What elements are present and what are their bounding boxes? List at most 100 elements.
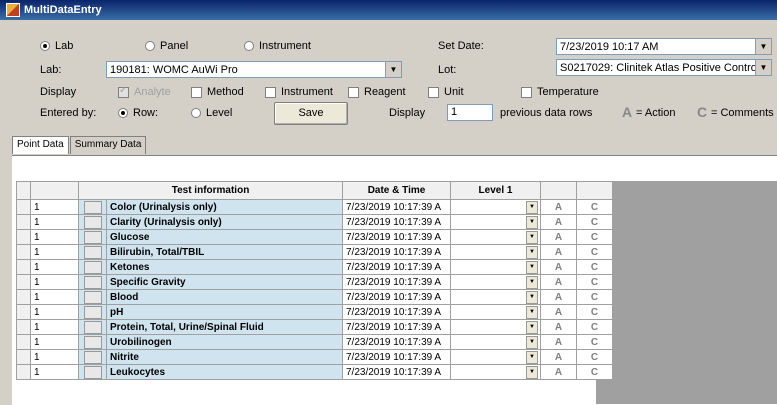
tab-point-data[interactable]: Point Data bbox=[12, 136, 69, 154]
level-1-cell[interactable]: ▼ bbox=[450, 334, 541, 350]
comments-button[interactable]: C bbox=[576, 304, 613, 320]
chevron-down-icon[interactable]: ▼ bbox=[526, 230, 538, 244]
row-header[interactable] bbox=[16, 304, 31, 320]
chart-icon-cell[interactable] bbox=[78, 229, 107, 245]
chevron-down-icon[interactable]: ▼ bbox=[526, 305, 538, 319]
action-button[interactable]: A bbox=[540, 274, 577, 290]
chevron-down-icon[interactable]: ▼ bbox=[526, 335, 538, 349]
row-header[interactable] bbox=[16, 199, 31, 215]
chevron-down-icon[interactable]: ▼ bbox=[755, 60, 771, 75]
radio-row[interactable]: Row: bbox=[118, 107, 158, 119]
checkbox-unit[interactable]: Unit bbox=[428, 86, 464, 98]
chevron-down-icon[interactable]: ▼ bbox=[526, 350, 538, 364]
row-header[interactable] bbox=[16, 229, 31, 245]
chevron-down-icon[interactable]: ▼ bbox=[385, 62, 401, 77]
checkbox-reagent[interactable]: Reagent bbox=[348, 86, 406, 98]
table-row[interactable]: 1 Protein, Total, Urine/Spinal Fluid 7/23/… bbox=[16, 319, 613, 335]
row-header[interactable] bbox=[16, 349, 31, 365]
chart-icon-cell[interactable] bbox=[78, 289, 107, 305]
lot-select[interactable]: S0217029: Clinitek Atlas Positive Contro… bbox=[556, 59, 772, 76]
set-date-picker[interactable]: 7/23/2019 10:17 AM ▼ bbox=[556, 38, 772, 55]
level-1-cell[interactable]: ▼ bbox=[450, 229, 541, 245]
row-header[interactable] bbox=[16, 214, 31, 230]
action-button[interactable]: A bbox=[540, 334, 577, 350]
chart-icon-cell[interactable] bbox=[78, 349, 107, 365]
level-1-cell[interactable]: ▼ bbox=[450, 259, 541, 275]
action-button[interactable]: A bbox=[540, 289, 577, 305]
action-button[interactable]: A bbox=[540, 259, 577, 275]
chart-icon[interactable] bbox=[83, 305, 102, 319]
comments-button[interactable]: C bbox=[576, 199, 613, 215]
checkbox-method[interactable]: Method bbox=[191, 86, 244, 98]
comments-button[interactable]: C bbox=[576, 259, 613, 275]
chart-icon[interactable] bbox=[83, 335, 102, 349]
comments-button[interactable]: C bbox=[576, 214, 613, 230]
chart-icon-cell[interactable] bbox=[78, 244, 107, 260]
comments-button[interactable]: C bbox=[576, 334, 613, 350]
action-button[interactable]: A bbox=[540, 304, 577, 320]
radio-lab[interactable]: Lab bbox=[40, 40, 73, 52]
radio-panel[interactable]: Panel bbox=[145, 40, 188, 52]
table-row[interactable]: 1 Glucose 7/23/2019 10:17:39 A ▼ A C bbox=[16, 229, 613, 245]
comments-button[interactable]: C bbox=[576, 274, 613, 290]
chart-icon[interactable] bbox=[83, 365, 102, 379]
table-row[interactable]: 1 Bilirubin, Total/TBIL 7/23/2019 10:17:39… bbox=[16, 244, 613, 260]
previous-rows-input[interactable]: 1 bbox=[447, 104, 493, 121]
table-row[interactable]: 1 Specific Gravity 7/23/2019 10:17:39 A ▼ A C bbox=[16, 274, 613, 290]
chart-icon[interactable] bbox=[83, 260, 102, 274]
comments-button[interactable]: C bbox=[576, 349, 613, 365]
row-header[interactable] bbox=[16, 334, 31, 350]
comments-button[interactable]: C bbox=[576, 244, 613, 260]
checkbox-temperature[interactable]: Temperature bbox=[521, 86, 599, 98]
chevron-down-icon[interactable]: ▼ bbox=[526, 215, 538, 229]
chart-icon[interactable] bbox=[83, 350, 102, 364]
level-1-cell[interactable]: ▼ bbox=[450, 349, 541, 365]
chevron-down-icon[interactable]: ▼ bbox=[526, 320, 538, 334]
save-button[interactable]: Save bbox=[274, 102, 348, 125]
checkbox-instrument[interactable]: Instrument bbox=[265, 86, 333, 98]
table-row[interactable]: 1 Leukocytes 7/23/2019 10:17:39 A ▼ A C bbox=[16, 364, 613, 380]
comments-button[interactable]: C bbox=[576, 229, 613, 245]
chart-icon[interactable] bbox=[83, 290, 102, 304]
table-row[interactable]: 1 pH 7/23/2019 10:17:39 A ▼ A C bbox=[16, 304, 613, 320]
level-1-cell[interactable]: ▼ bbox=[450, 364, 541, 380]
chart-icon[interactable] bbox=[83, 245, 102, 259]
action-button[interactable]: A bbox=[540, 214, 577, 230]
chevron-down-icon[interactable]: ▼ bbox=[526, 365, 538, 379]
table-row[interactable]: 1 Nitrite 7/23/2019 10:17:39 A ▼ A C bbox=[16, 349, 613, 365]
table-row[interactable]: 1 Ketones 7/23/2019 10:17:39 A ▼ A C bbox=[16, 259, 613, 275]
table-row[interactable]: 1 Blood 7/23/2019 10:17:39 A ▼ A C bbox=[16, 289, 613, 305]
action-button[interactable]: A bbox=[540, 364, 577, 380]
chart-icon-cell[interactable] bbox=[78, 214, 107, 230]
row-header[interactable] bbox=[16, 289, 31, 305]
action-button[interactable]: A bbox=[540, 244, 577, 260]
level-1-cell[interactable]: ▼ bbox=[450, 244, 541, 260]
chevron-down-icon[interactable]: ▼ bbox=[755, 39, 771, 54]
row-header[interactable] bbox=[16, 274, 31, 290]
chart-icon-cell[interactable] bbox=[78, 274, 107, 290]
level-1-cell[interactable]: ▼ bbox=[450, 289, 541, 305]
chart-icon[interactable] bbox=[83, 320, 102, 334]
lab-select[interactable]: 190181: WOMC AuWi Pro ▼ bbox=[106, 61, 402, 78]
chart-icon-cell[interactable] bbox=[78, 319, 107, 335]
table-row[interactable]: 1 Color (Urinalysis only) 7/23/2019 10:17:… bbox=[16, 199, 613, 215]
chart-icon-cell[interactable] bbox=[78, 304, 107, 320]
chart-icon-cell[interactable] bbox=[78, 334, 107, 350]
level-1-cell[interactable]: ▼ bbox=[450, 214, 541, 230]
level-1-cell[interactable]: ▼ bbox=[450, 274, 541, 290]
radio-instrument[interactable]: Instrument bbox=[244, 40, 311, 52]
row-header[interactable] bbox=[16, 364, 31, 380]
chevron-down-icon[interactable]: ▼ bbox=[526, 200, 538, 214]
level-1-cell[interactable]: ▼ bbox=[450, 199, 541, 215]
comments-button[interactable]: C bbox=[576, 289, 613, 305]
chart-icon-cell[interactable] bbox=[78, 364, 107, 380]
level-1-cell[interactable]: ▼ bbox=[450, 304, 541, 320]
table-row[interactable]: 1 Urobilinogen 7/23/2019 10:17:39 A ▼ A C bbox=[16, 334, 613, 350]
chart-icon[interactable] bbox=[83, 275, 102, 289]
table-row[interactable]: 1 Clarity (Urinalysis only) 7/23/2019 10:1… bbox=[16, 214, 613, 230]
row-header[interactable] bbox=[16, 259, 31, 275]
chart-icon[interactable] bbox=[83, 215, 102, 229]
action-button[interactable]: A bbox=[540, 349, 577, 365]
action-button[interactable]: A bbox=[540, 199, 577, 215]
comments-button[interactable]: C bbox=[576, 364, 613, 380]
